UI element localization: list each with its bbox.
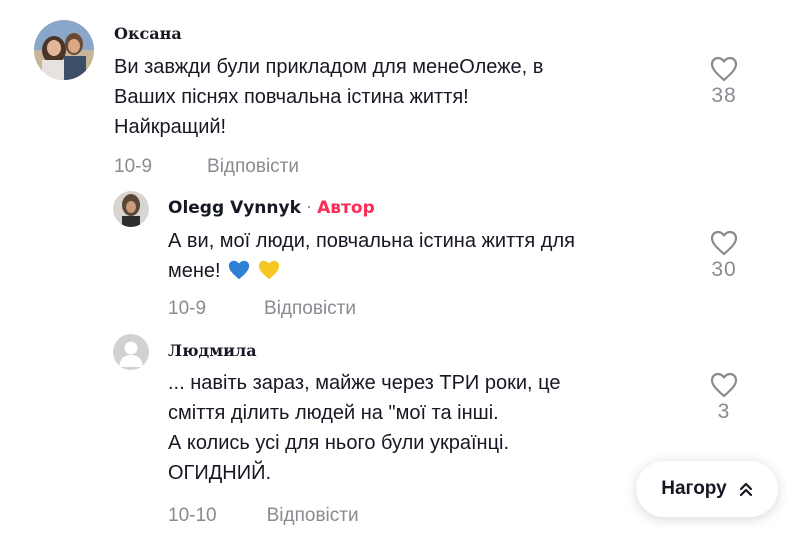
comment-date: 10-9 <box>114 156 153 177</box>
avatar-lyudmyla[interactable] <box>113 334 149 370</box>
comment-line: ... навіть зараз, майже через ТРИ роки, … <box>168 372 561 394</box>
comment-line: ОГИДНИЙ. <box>168 462 272 484</box>
heart-outline-icon[interactable] <box>710 372 738 398</box>
comment-author[interactable]: Оксана <box>114 24 182 43</box>
comment-meta: 10-9 Відповісти <box>114 156 299 178</box>
reply-button[interactable]: Відповісти <box>267 505 359 526</box>
like-control: 30 <box>694 230 754 282</box>
comment-author[interactable]: Olegg Vynnyk <box>168 198 301 218</box>
like-control: 38 <box>694 56 754 108</box>
comment-line: А колись усі для нього були українці. <box>168 432 510 454</box>
avatar-olegg-vynnyk[interactable] <box>113 191 149 227</box>
comment-line: Ви завжди були прикладом для менеОлеже, … <box>114 56 544 78</box>
avatar-photo <box>113 191 149 227</box>
reply-button[interactable]: Відповісти <box>207 156 299 177</box>
scroll-to-top-button[interactable]: Нагору <box>636 461 778 517</box>
double-chevron-up-icon <box>739 482 752 497</box>
like-count: 38 <box>711 84 737 107</box>
heart-outline-icon[interactable] <box>710 56 738 82</box>
avatar-oksana[interactable] <box>34 20 94 80</box>
comment-text: А ви, мої люди, повчальна істина життя д… <box>168 226 575 290</box>
comment-line: Найкращий! <box>114 116 227 138</box>
scroll-to-top-label: Нагору <box>661 478 727 499</box>
avatar-photo <box>34 20 94 80</box>
comment-line: А ви, мої люди, повчальна істина життя д… <box>168 230 575 252</box>
comment-author[interactable]: Людмила <box>168 341 257 360</box>
yellow-heart-icon <box>257 259 281 290</box>
default-avatar-icon <box>113 334 149 370</box>
comment-meta: 10-10 Відповісти <box>168 505 359 527</box>
comment-author-line: Olegg Vynnyk · Автор <box>168 198 375 218</box>
reply-button[interactable]: Відповісти <box>264 298 356 319</box>
like-control: 3 <box>694 372 754 424</box>
author-separator: · <box>306 198 312 218</box>
comment-date: 10-10 <box>168 505 217 526</box>
comment-line: Ваших піснях повчальна істина життя! <box>114 86 469 108</box>
comment-meta: 10-9 Відповісти <box>168 298 356 320</box>
blue-heart-icon <box>227 259 251 290</box>
comment-line: мене! <box>168 260 221 282</box>
like-count: 3 <box>717 400 731 423</box>
comment-text: ... навіть зараз, майже через ТРИ роки, … <box>168 368 561 488</box>
like-count: 30 <box>711 258 737 281</box>
comment-date: 10-9 <box>168 298 207 319</box>
comment-text: Ви завжди були прикладом для менеОлеже, … <box>114 52 543 142</box>
heart-outline-icon[interactable] <box>710 230 738 256</box>
comment-line-with-emoji: мене! <box>168 256 575 290</box>
comment-line: сміття ділить людей на "мої та інші. <box>168 402 499 424</box>
author-badge: Автор <box>317 198 375 218</box>
